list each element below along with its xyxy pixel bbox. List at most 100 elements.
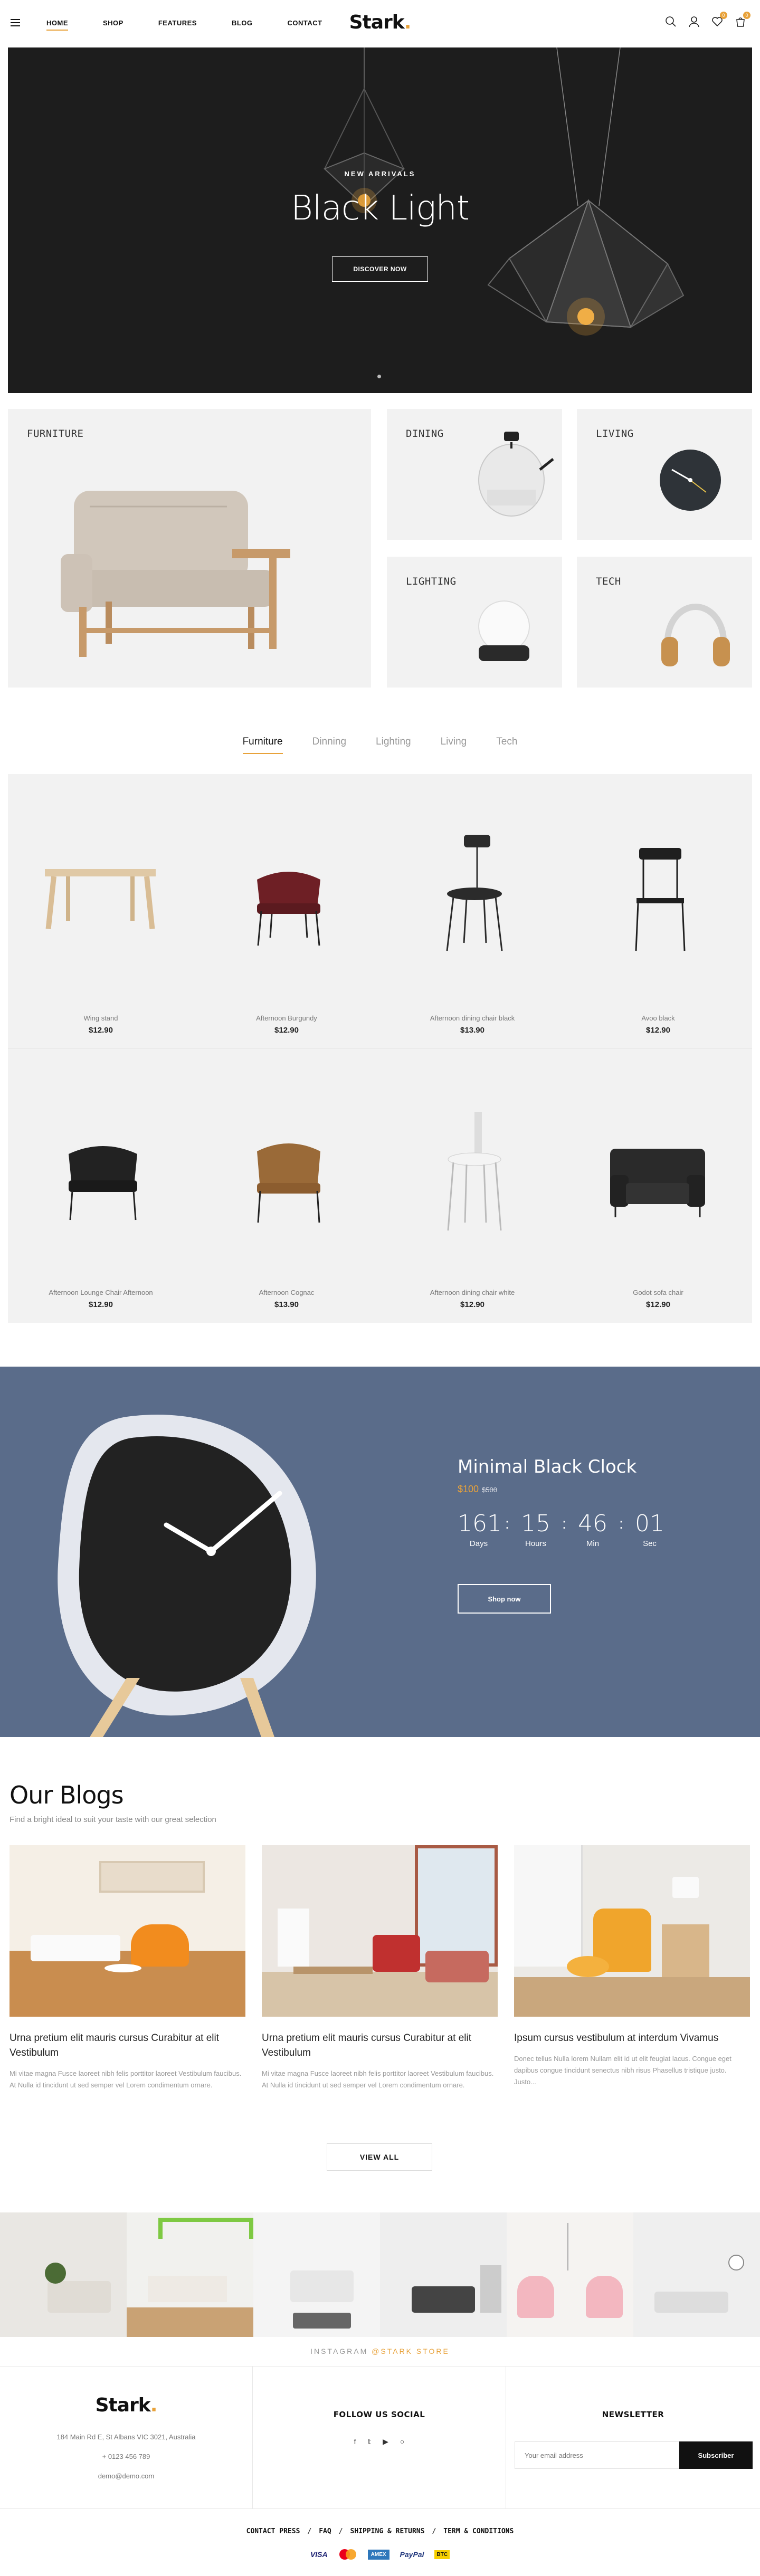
product-price: $12.90 — [274, 1026, 299, 1035]
footer-link-shipping[interactable]: SHIPPING & RETURNS — [350, 2527, 425, 2535]
blog-title[interactable]: Urna pretium elit mauris cursus Curabitu… — [262, 2031, 498, 2060]
account-icon[interactable] — [688, 16, 700, 27]
product-name[interactable]: Afternoon Lounge Chair Afternoon — [8, 1289, 194, 1296]
product-name[interactable]: Afternoon dining chair white — [379, 1289, 565, 1296]
product-card[interactable]: Godot sofa chair $12.90 — [565, 1048, 751, 1323]
youtube-icon[interactable]: ▶ — [383, 2437, 388, 2446]
category-lighting[interactable]: LIGHTING — [387, 557, 562, 688]
wishlist-icon[interactable]: 0 — [711, 12, 727, 27]
blog-image[interactable] — [262, 1845, 498, 2017]
tab-lighting[interactable]: Lighting — [376, 736, 411, 748]
footer-logo[interactable]: Stark. — [0, 2394, 252, 2416]
product-card[interactable]: Afternoon Lounge Chair Afternoon $12.90 — [8, 1048, 194, 1323]
footer-social: FOLLOW US SOCIAL f 𝕥 ▶ ○ — [253, 2366, 506, 2508]
logo-text: Stark — [349, 12, 405, 33]
blog-title[interactable]: Ipsum cursus vestibulum at interdum Viva… — [514, 2031, 750, 2046]
newsletter-email-input[interactable] — [515, 2441, 679, 2469]
category-tech[interactable]: TECH — [577, 557, 752, 688]
site-logo[interactable]: Stark. — [0, 12, 760, 33]
hero-title: Black Light — [291, 189, 470, 228]
blog-post: Urna pretium elit mauris cursus Curabitu… — [10, 1845, 245, 2091]
view-all-button[interactable]: VIEW ALL — [327, 2143, 432, 2171]
product-image — [69, 1146, 137, 1220]
orb-lamp-image — [478, 600, 530, 661]
mins-label: Min — [586, 1539, 600, 1548]
product-card[interactable]: Avoo black $12.90 — [565, 774, 751, 1048]
blog-image[interactable] — [514, 1845, 750, 2017]
hours-value: 15 — [521, 1510, 550, 1537]
tab-tech[interactable]: Tech — [496, 736, 517, 748]
instagram-prefix: INSTAGRAM — [310, 2347, 372, 2355]
footer-email[interactable]: demo@demo.com — [0, 2472, 252, 2480]
footer-logo-text: Stark — [95, 2394, 151, 2416]
secs-value: 01 — [635, 1510, 664, 1537]
secs-label: Sec — [643, 1539, 657, 1548]
product-image — [45, 869, 156, 929]
instagram-photo[interactable] — [633, 2212, 760, 2337]
category-furniture[interactable]: FURNITURE — [8, 409, 371, 688]
cart-icon[interactable]: 0 — [735, 12, 750, 27]
footer-links: CONTACT PRESS / FAQ / SHIPPING & RETURNS / TER… — [0, 2527, 760, 2535]
hero-banner: NEW ARRIVALS Black Light DISCOVER NOW — [8, 47, 752, 393]
category-label: DINING — [406, 428, 444, 440]
footer-link-contact-press[interactable]: CONTACT PRESS — [246, 2527, 300, 2535]
instagram-icon[interactable]: ○ — [400, 2437, 404, 2446]
product-name[interactable]: Afternoon Burgundy — [194, 1014, 379, 1022]
tab-dinning[interactable]: Dinning — [312, 736, 346, 748]
search-icon[interactable] — [665, 16, 677, 27]
blogs-heading: Our Blogs — [10, 1781, 124, 1809]
product-price: $12.90 — [89, 1300, 113, 1309]
product-name[interactable]: Avoo black — [565, 1014, 751, 1022]
shop-now-button[interactable]: Shop now — [458, 1584, 551, 1614]
footer-link-faq[interactable]: FAQ — [319, 2527, 331, 2535]
category-dining[interactable]: DINING — [387, 409, 562, 540]
site-header: HOME SHOP FEATURES BLOG CONTACT Stark. 0… — [0, 0, 760, 47]
facebook-icon[interactable]: f — [354, 2437, 356, 2446]
paypal-icon: PayPal — [400, 2550, 424, 2559]
product-card[interactable]: Afternoon dining chair black $13.90 — [379, 774, 565, 1048]
footer-phone[interactable]: + 0123 456 789 — [0, 2453, 252, 2460]
product-name[interactable]: Afternoon dining chair black — [379, 1014, 565, 1022]
category-label: TECH — [596, 576, 621, 587]
footer-link-terms[interactable]: TERM & CONDITIONS — [443, 2527, 514, 2535]
slider-dot[interactable] — [377, 375, 381, 378]
instagram-photo[interactable] — [253, 2212, 380, 2337]
subscribe-button[interactable]: Subscriber — [679, 2441, 753, 2469]
hours-label: Hours — [525, 1539, 546, 1548]
deal-title[interactable]: Minimal Black Clock — [458, 1456, 636, 1477]
blog-image[interactable] — [10, 1845, 245, 2017]
instagram-photo[interactable] — [507, 2212, 633, 2337]
instagram-photo[interactable] — [380, 2212, 507, 2337]
product-card[interactable]: Afternoon Burgundy $12.90 — [194, 774, 379, 1048]
product-price: $13.90 — [460, 1026, 484, 1035]
social-links: f 𝕥 ▶ ○ — [253, 2437, 506, 2446]
product-price: $12.90 — [89, 1026, 113, 1035]
countdown-minutes: 46 Min — [572, 1510, 614, 1548]
countdown-separator: : — [505, 1515, 509, 1532]
blog-title[interactable]: Urna pretium elit mauris cursus Curabitu… — [10, 2031, 245, 2060]
footer-address: 184 Main Rd E, St Albans VIC 3021, Austr… — [56, 2433, 196, 2441]
category-living[interactable]: LIVING — [577, 409, 752, 540]
tab-living[interactable]: Living — [441, 736, 467, 748]
hero-subtitle: NEW ARRIVALS — [344, 170, 416, 178]
product-card[interactable]: Wing stand $12.90 — [8, 774, 194, 1048]
product-image — [447, 1112, 502, 1231]
countdown-seconds: 01 Sec — [629, 1510, 671, 1548]
instagram-caption[interactable]: INSTAGRAM @STARK STORE — [0, 2347, 760, 2355]
product-card[interactable]: Afternoon Cognac $13.90 — [194, 1048, 379, 1323]
instagram-photo[interactable] — [127, 2212, 253, 2337]
header-icons: 0 0 — [665, 12, 750, 27]
instagram-photo[interactable] — [0, 2212, 127, 2337]
product-name[interactable]: Wing stand — [8, 1014, 194, 1022]
tab-furniture[interactable]: Furniture — [242, 736, 283, 754]
twitter-icon[interactable]: 𝕥 — [368, 2437, 372, 2446]
product-name[interactable]: Afternoon Cognac — [194, 1289, 379, 1296]
discover-now-button[interactable]: DISCOVER NOW — [332, 256, 428, 282]
headphones-image — [661, 604, 730, 666]
bitcoin-icon: BTC — [434, 2550, 450, 2559]
product-card[interactable]: Afternoon dining chair white $12.90 — [379, 1048, 565, 1323]
deal-price: $100 $500 — [458, 1484, 497, 1495]
product-name[interactable]: Godot sofa chair — [565, 1289, 751, 1296]
deal-of-the-day: Minimal Black Clock $100 $500 161 Days : 1… — [0, 1367, 760, 1737]
link-separator: / — [338, 2527, 343, 2535]
